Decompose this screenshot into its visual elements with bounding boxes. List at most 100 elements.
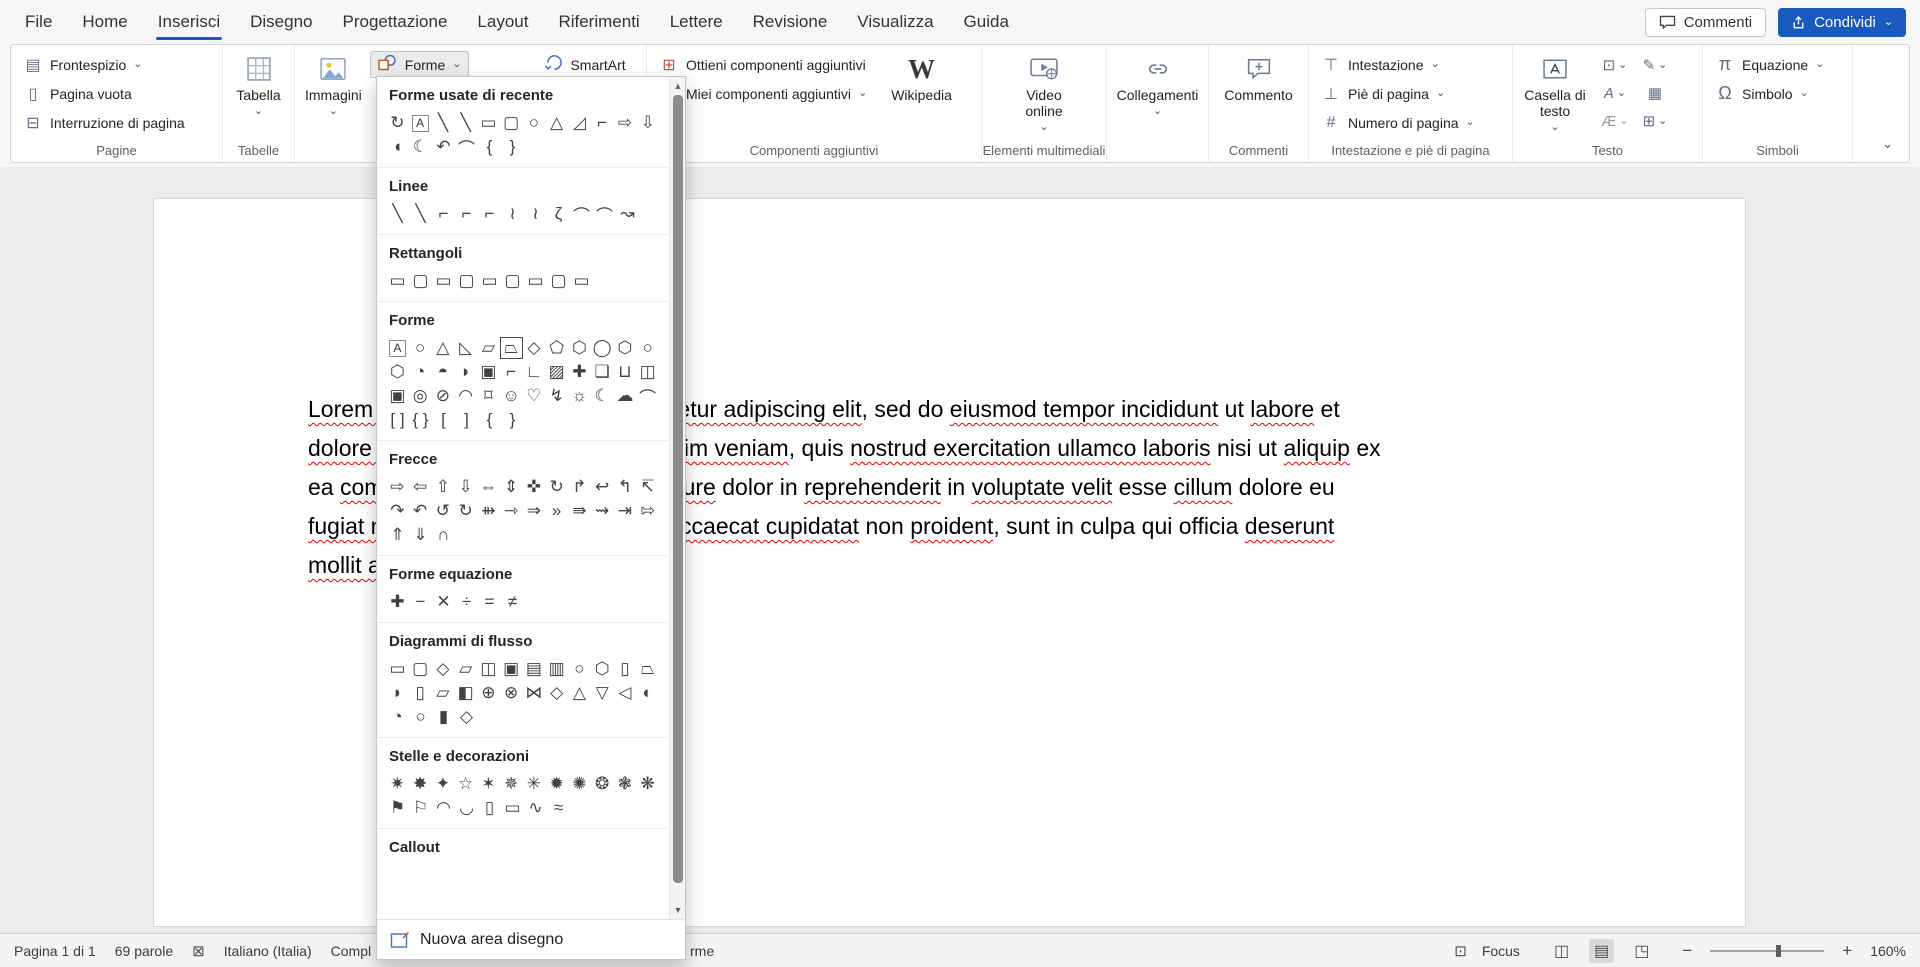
shape-option[interactable]: ⌐: [455, 203, 478, 225]
shape-option[interactable]: −: [409, 591, 432, 613]
tab-visualizza[interactable]: Visualizza: [842, 0, 948, 44]
shape-option[interactable]: ✹: [545, 773, 568, 795]
shape-option[interactable]: { }: [409, 409, 432, 431]
shape-option[interactable]: ↻: [386, 112, 409, 134]
shape-option[interactable]: ↩: [591, 476, 614, 498]
parti-rapide-button[interactable]: ⊡ ⌄: [1595, 51, 1635, 79]
intestazione-button[interactable]: ⊤ Intestazione ⌄: [1313, 51, 1483, 78]
frontespizio-button[interactable]: ▤ Frontespizio ⌄: [15, 51, 193, 78]
shape-option[interactable]: }: [501, 409, 524, 431]
shape-option[interactable]: ◓: [432, 361, 455, 383]
shape-option[interactable]: ▢: [409, 658, 432, 680]
shape-option[interactable]: ⇧: [432, 476, 455, 498]
shape-option[interactable]: ◎: [409, 385, 432, 407]
pie-di-pagina-button[interactable]: ⊥ Piè di pagina ⌄: [1313, 80, 1483, 107]
shape-option[interactable]: ╲: [432, 112, 455, 134]
zoom-out-button[interactable]: −: [1679, 941, 1695, 961]
shape-option[interactable]: ◇: [455, 706, 478, 728]
shape-option[interactable]: ↻: [545, 476, 568, 498]
shape-option[interactable]: ▤: [523, 658, 546, 680]
shape-option[interactable]: ▢: [409, 270, 432, 292]
word-count[interactable]: 69 parole: [115, 943, 173, 959]
shape-option[interactable]: ]: [455, 409, 478, 431]
shape-option[interactable]: ⇾: [500, 500, 523, 522]
ottieni-componenti-button[interactable]: ⊞ Ottieni componenti aggiuntivi: [651, 51, 875, 78]
shape-option[interactable]: ✚: [386, 591, 409, 613]
shape-option[interactable]: ▢: [501, 270, 524, 292]
wikipedia-button[interactable]: W Wikipedia: [885, 51, 958, 140]
tab-progettazione[interactable]: Progettazione: [328, 0, 463, 44]
oggetto-button[interactable]: ⊞ ⌄: [1635, 107, 1675, 135]
interruzione-pagina-button[interactable]: ⊟ Interruzione di pagina: [15, 109, 193, 136]
shape-option[interactable]: ⊔: [614, 361, 637, 383]
shape-option[interactable]: ▣: [477, 361, 500, 383]
read-mode-button[interactable]: ◫: [1549, 939, 1574, 963]
video-online-button[interactable]: Video online ⌄: [1012, 51, 1076, 140]
shape-option[interactable]: ⇦: [409, 476, 432, 498]
wordart-button[interactable]: A ⌄: [1595, 79, 1635, 107]
page-indicator[interactable]: Pagina 1 di 1: [14, 943, 96, 959]
shape-option[interactable]: ▭: [386, 658, 409, 680]
shape-option[interactable]: ○: [568, 658, 591, 680]
simbolo-button[interactable]: Ω Simbolo ⌄: [1707, 80, 1832, 107]
shape-option[interactable]: ◯: [591, 337, 614, 359]
shape-option[interactable]: ◔: [409, 361, 432, 383]
shape-option[interactable]: ⇔: [477, 476, 500, 498]
shape-option[interactable]: ○: [636, 337, 659, 359]
shape-option[interactable]: ▭: [432, 270, 455, 292]
shape-option[interactable]: △: [545, 112, 568, 134]
shape-option[interactable]: ⌐: [591, 112, 614, 134]
shape-option[interactable]: ▥: [545, 658, 568, 680]
shape-option[interactable]: ⌑: [477, 385, 500, 407]
shape-option[interactable]: ◐: [636, 682, 659, 704]
shape-option[interactable]: ▭: [478, 270, 501, 292]
shape-option[interactable]: ⬡: [614, 337, 637, 359]
smartart-button[interactable]: SmartArt: [535, 51, 633, 78]
shape-option[interactable]: ⊗: [500, 682, 523, 704]
zoom-in-button[interactable]: +: [1839, 941, 1855, 961]
shape-option[interactable]: ⌐: [478, 203, 501, 225]
shape-option[interactable]: [ ]: [386, 409, 409, 431]
shape-option[interactable]: ▭: [386, 270, 409, 292]
shape-option[interactable]: ⌐: [500, 361, 523, 383]
shape-option[interactable]: ≠: [501, 591, 524, 613]
shape-option[interactable]: ⬡: [591, 658, 614, 680]
shape-option[interactable]: ⬡: [386, 361, 409, 383]
shape-option[interactable]: ⇓: [409, 524, 432, 546]
shape-option[interactable]: ▯: [409, 682, 432, 704]
shape-option[interactable]: ◇: [523, 337, 546, 359]
tab-revisione[interactable]: Revisione: [738, 0, 843, 44]
language-indicator[interactable]: Italiano (Italia): [224, 943, 312, 959]
shape-option[interactable]: ▯: [478, 797, 501, 819]
shape-option[interactable]: ⏢: [500, 337, 523, 359]
shape-option[interactable]: ▢: [500, 112, 523, 134]
proofing-errors-icon[interactable]: ⊠: [192, 942, 205, 960]
shape-option[interactable]: ✚: [568, 361, 591, 383]
shape-option[interactable]: ⇻: [477, 500, 500, 522]
shape-option[interactable]: △: [568, 682, 591, 704]
shape-option[interactable]: ◫: [477, 658, 500, 680]
shape-option[interactable]: ↸: [636, 476, 659, 498]
shape-option[interactable]: ☆: [454, 773, 477, 795]
shape-option[interactable]: }: [501, 136, 524, 158]
forme-button[interactable]: Forme ⌄: [370, 51, 470, 78]
zoom-level[interactable]: 160%: [1870, 943, 1906, 959]
shape-option[interactable]: ☾: [409, 136, 432, 158]
shape-option[interactable]: ▭: [570, 270, 593, 292]
shape-option[interactable]: ⊕: [477, 682, 500, 704]
comments-button[interactable]: Commenti: [1645, 8, 1766, 37]
shape-option[interactable]: ⚑: [386, 797, 409, 819]
collegamenti-button[interactable]: Collegamenti ⌄: [1111, 51, 1205, 140]
shape-option[interactable]: ⌒: [636, 385, 659, 407]
zoom-slider[interactable]: [1710, 950, 1824, 952]
web-layout-button[interactable]: ◳: [1629, 939, 1654, 963]
shape-option[interactable]: ▱: [454, 658, 477, 680]
shape-option[interactable]: ╲: [386, 203, 409, 225]
shape-option[interactable]: [: [432, 409, 455, 431]
shape-option[interactable]: ❏: [591, 361, 614, 383]
shape-option[interactable]: ⌒: [570, 203, 593, 225]
shape-option[interactable]: =: [478, 591, 501, 613]
focus-label[interactable]: Focus: [1482, 943, 1520, 959]
shape-option[interactable]: ⏢: [636, 658, 659, 680]
pagina-vuota-button[interactable]: ▯ Pagina vuota: [15, 80, 193, 107]
